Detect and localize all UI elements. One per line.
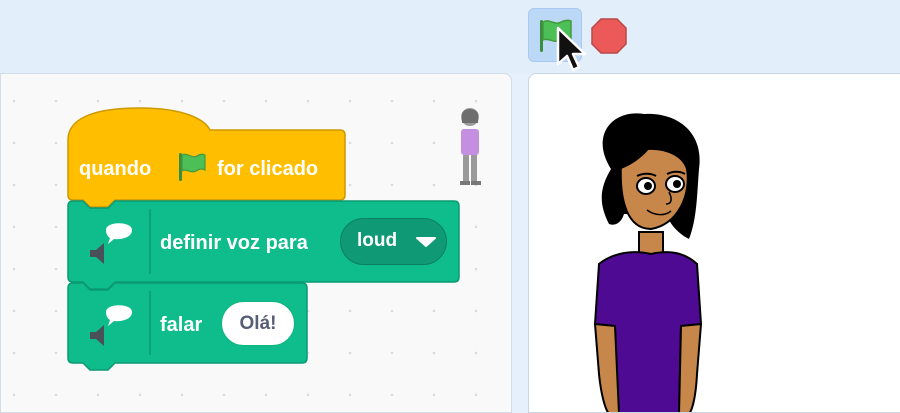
voice-dropdown-value: loud [357,230,398,251]
set-voice-label: definir voz para [160,232,308,254]
green-flag-icon [179,153,206,181]
mouse-pointer-icon [556,26,587,72]
voice-dropdown[interactable]: loud [340,218,447,265]
text-to-speech-icon [90,223,132,264]
hat-label-clicked: for clicado [217,158,319,180]
sprite-avatar[interactable] [529,74,900,413]
chevron-down-icon [416,237,436,247]
speak-text-input[interactable]: Olá! [221,301,295,346]
hat-label-when: quando [79,158,152,180]
text-to-speech-icon [90,305,132,346]
stage[interactable] [528,73,900,413]
stop-sign-icon[interactable] [590,17,628,55]
speak-label: falar [160,314,203,336]
top-toolbar [0,0,900,73]
